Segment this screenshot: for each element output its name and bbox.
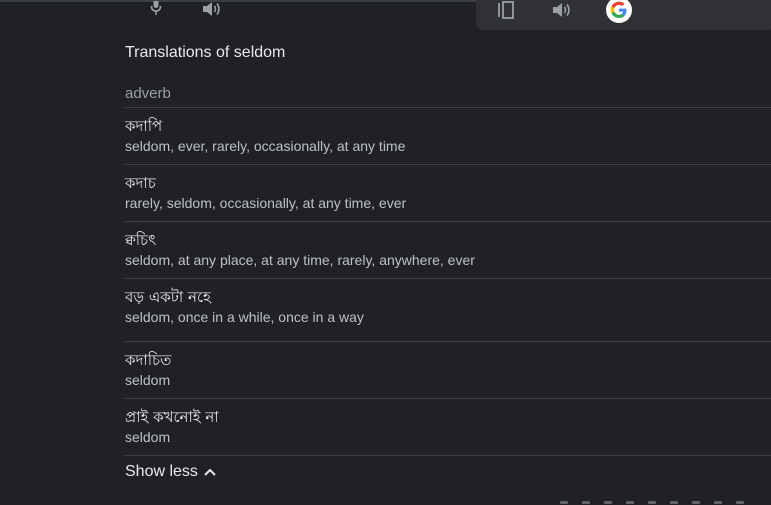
translation-synonyms: rarely, seldom, occasionally, at any tim… <box>125 195 407 211</box>
copy-icon[interactable] <box>496 0 516 20</box>
translation-entry[interactable]: কদাচ rarely, seldom, occasionally, at an… <box>125 173 771 212</box>
translation-entry[interactable]: কদাপি seldom, ever, rarely, occasionally… <box>125 116 771 155</box>
google-icon[interactable] <box>606 0 632 23</box>
show-less-label: Show less <box>125 463 198 480</box>
translation-synonyms: seldom, once in a while, once in a way <box>125 309 364 325</box>
divider <box>125 164 771 165</box>
divider <box>125 455 771 456</box>
divider <box>125 107 771 108</box>
translation-synonyms: seldom, ever, rarely, occasionally, at a… <box>125 138 406 154</box>
divider <box>125 221 771 222</box>
translation-term: বড় একটা নহে <box>125 288 211 306</box>
show-less-button[interactable]: Show less <box>125 463 216 481</box>
divider <box>125 341 771 342</box>
translation-entry[interactable]: কদাচিত seldom <box>125 350 771 389</box>
mic-icon[interactable] <box>145 0 167 18</box>
translation-synonyms: seldom <box>125 372 171 388</box>
translation-entry[interactable]: ক্বচিৎ seldom, at any place, at any time… <box>125 230 771 269</box>
translation-term: প্রাই কখনোই না <box>125 408 219 426</box>
target-actions-panel <box>476 0 771 30</box>
translation-synonyms: seldom, at any place, at any time, rarel… <box>125 252 475 268</box>
translation-term: কদাপি <box>125 117 163 135</box>
translation-entry[interactable]: বড় একটা নহে seldom, once in a while, on… <box>125 287 771 326</box>
divider <box>125 398 771 399</box>
translation-entry[interactable]: প্রাই কখনোই না seldom <box>125 407 771 446</box>
part-of-speech-label: adverb <box>125 85 171 102</box>
speaker-icon[interactable] <box>551 0 573 20</box>
translation-term: কদাচ <box>125 174 156 192</box>
speaker-icon[interactable] <box>201 0 223 18</box>
translations-heading: Translations of seldom <box>125 44 286 61</box>
translation-term: কদাচিত <box>125 351 172 369</box>
divider <box>125 278 771 279</box>
translation-synonyms: seldom <box>125 429 171 445</box>
footer-links-cut-off <box>560 499 771 505</box>
source-actions <box>145 0 223 18</box>
chevron-up-icon <box>204 468 216 476</box>
translation-term: ক্বচিৎ <box>125 231 157 249</box>
